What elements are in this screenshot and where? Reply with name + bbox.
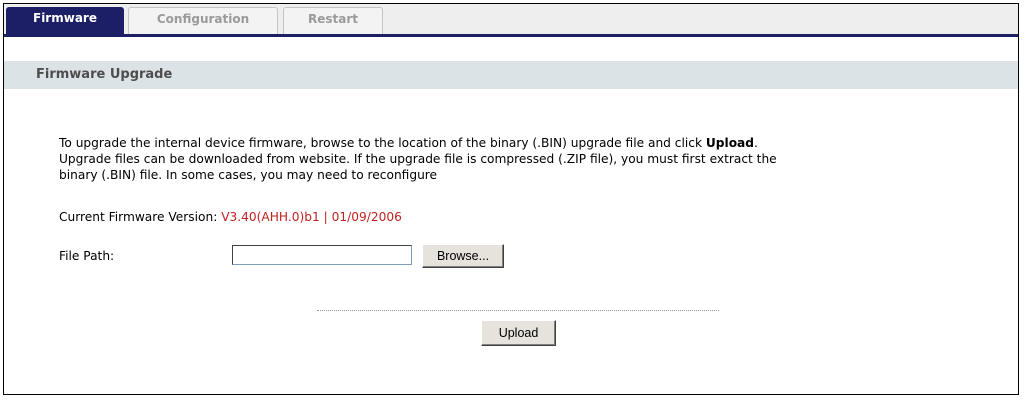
upgrade-instructions: To upgrade the internal device firmware,… — [59, 135, 999, 183]
instructions-upload-keyword: Upload — [705, 136, 755, 150]
instructions-line-1-end: . — [754, 136, 758, 150]
tab-firmware[interactable]: Firmware — [6, 7, 124, 34]
instructions-line-2: Upgrade files can be downloaded from web… — [59, 152, 777, 166]
upload-button[interactable]: Upload — [481, 320, 556, 346]
firmware-version-label: Current Firmware Version: — [59, 210, 218, 224]
firmware-version-value: V3.40(AHH.0)b1 | 01/09/2006 — [221, 210, 402, 224]
instructions-line-3: binary (.BIN) file. In some cases, you m… — [59, 168, 438, 182]
file-path-label: File Path: — [59, 249, 115, 263]
tab-configuration[interactable]: Configuration — [128, 7, 278, 34]
tab-bar: Firmware Configuration Restart — [4, 4, 1018, 37]
divider — [317, 310, 719, 311]
file-path-input[interactable] — [232, 245, 412, 265]
tab-restart[interactable]: Restart — [283, 7, 383, 34]
firmware-version-row: Current Firmware Version: V3.40(AHH.0)b1… — [59, 210, 402, 224]
section-title: Firmware Upgrade — [4, 61, 1018, 89]
instructions-line-1: To upgrade the internal device firmware,… — [59, 135, 999, 151]
instructions-line-1-text: To upgrade the internal device firmware,… — [59, 136, 706, 150]
firmware-page: Firmware Configuration Restart Firmware … — [3, 3, 1019, 395]
browse-button[interactable]: Browse... — [422, 244, 504, 268]
